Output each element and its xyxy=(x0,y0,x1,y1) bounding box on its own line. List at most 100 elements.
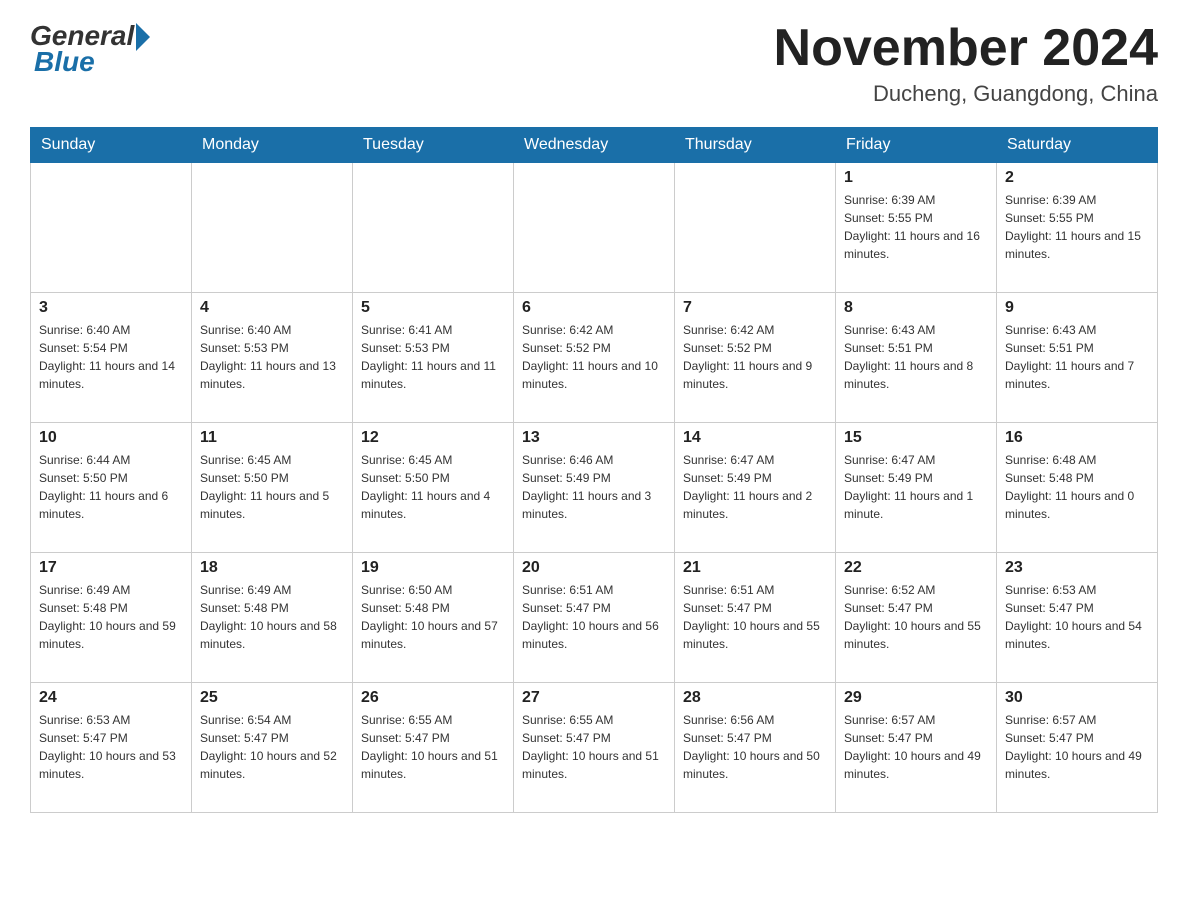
calendar-header-saturday: Saturday xyxy=(997,128,1158,163)
calendar-cell: 3Sunrise: 6:40 AM Sunset: 5:54 PM Daylig… xyxy=(31,293,192,423)
calendar-cell: 20 Sunrise: 6:51 AM Sunset: 5:47 PM Dayli… xyxy=(514,553,675,683)
day-info: Sunrise: 6:47 AM Sunset: 5:49 PM Dayligh… xyxy=(683,451,827,523)
day-number: 21 xyxy=(683,559,827,577)
day-info: Sunrise: 6:45 AM Sunset: 5:50 PM Dayligh… xyxy=(361,451,505,523)
calendar-cell: 9Sunrise: 6:43 AM Sunset: 5:51 PM Daylig… xyxy=(997,293,1158,423)
calendar-cell: 23 Sunrise: 6:53 AM Sunset: 5:47 PM Dayli… xyxy=(997,553,1158,683)
calendar-cell xyxy=(675,163,836,293)
calendar-cell xyxy=(353,163,514,293)
day-number: 1 xyxy=(844,169,988,187)
day-info: Sunrise: 6:42 AM Sunset: 5:52 PM Dayligh… xyxy=(522,321,666,393)
title-area: November 2024 Ducheng, Guangdong, China xyxy=(774,20,1158,107)
calendar-cell: 19Sunrise: 6:50 AM Sunset: 5:48 PM Dayli… xyxy=(353,553,514,683)
calendar-cell: 22 Sunrise: 6:52 AM Sunset: 5:47 PM Dayli… xyxy=(836,553,997,683)
day-info: Sunrise: 6:44 AM Sunset: 5:50 PM Dayligh… xyxy=(39,451,183,523)
day-number: 11 xyxy=(200,429,344,447)
day-info: Sunrise: 6:55 AM Sunset: 5:47 PM Dayligh… xyxy=(361,711,505,783)
day-info: Sunrise: 6:56 AM Sunset: 5:47 PM Dayligh… xyxy=(683,711,827,783)
calendar-cell: 7 Sunrise: 6:42 AM Sunset: 5:52 PM Daylig… xyxy=(675,293,836,423)
calendar-cell: 12 Sunrise: 6:45 AM Sunset: 5:50 PM Dayli… xyxy=(353,423,514,553)
calendar-cell xyxy=(192,163,353,293)
week-row-1: 3Sunrise: 6:40 AM Sunset: 5:54 PM Daylig… xyxy=(31,293,1158,423)
calendar-cell: 21 Sunrise: 6:51 AM Sunset: 5:47 PM Dayli… xyxy=(675,553,836,683)
calendar-cell: 28 Sunrise: 6:56 AM Sunset: 5:47 PM Dayli… xyxy=(675,683,836,813)
day-number: 3 xyxy=(39,299,183,317)
day-info: Sunrise: 6:49 AM Sunset: 5:48 PM Dayligh… xyxy=(200,581,344,653)
day-number: 23 xyxy=(1005,559,1149,577)
calendar-table: SundayMondayTuesdayWednesdayThursdayFrid… xyxy=(30,127,1158,813)
calendar-cell xyxy=(514,163,675,293)
day-info: Sunrise: 6:43 AM Sunset: 5:51 PM Dayligh… xyxy=(844,321,988,393)
week-row-3: 17 Sunrise: 6:49 AM Sunset: 5:48 PM Dayli… xyxy=(31,553,1158,683)
calendar-header-sunday: Sunday xyxy=(31,128,192,163)
calendar-cell: 4 Sunrise: 6:40 AM Sunset: 5:53 PM Daylig… xyxy=(192,293,353,423)
week-row-2: 10 Sunrise: 6:44 AM Sunset: 5:50 PM Dayli… xyxy=(31,423,1158,553)
logo-arrow-icon xyxy=(136,23,150,51)
calendar-header-monday: Monday xyxy=(192,128,353,163)
day-number: 9 xyxy=(1005,299,1149,317)
day-number: 7 xyxy=(683,299,827,317)
day-info: Sunrise: 6:48 AM Sunset: 5:48 PM Dayligh… xyxy=(1005,451,1149,523)
day-number: 26 xyxy=(361,689,505,707)
day-number: 8 xyxy=(844,299,988,317)
calendar-header-tuesday: Tuesday xyxy=(353,128,514,163)
calendar-cell: 18 Sunrise: 6:49 AM Sunset: 5:48 PM Dayli… xyxy=(192,553,353,683)
day-info: Sunrise: 6:42 AM Sunset: 5:52 PM Dayligh… xyxy=(683,321,827,393)
day-number: 12 xyxy=(361,429,505,447)
day-number: 2 xyxy=(1005,169,1149,187)
day-info: Sunrise: 6:51 AM Sunset: 5:47 PM Dayligh… xyxy=(522,581,666,653)
day-number: 4 xyxy=(200,299,344,317)
day-number: 13 xyxy=(522,429,666,447)
calendar-cell: 5Sunrise: 6:41 AM Sunset: 5:53 PM Daylig… xyxy=(353,293,514,423)
logo-blue-text: Blue xyxy=(34,46,95,78)
calendar-cell: 26 Sunrise: 6:55 AM Sunset: 5:47 PM Dayli… xyxy=(353,683,514,813)
week-row-4: 24 Sunrise: 6:53 AM Sunset: 5:47 PM Dayli… xyxy=(31,683,1158,813)
day-info: Sunrise: 6:55 AM Sunset: 5:47 PM Dayligh… xyxy=(522,711,666,783)
day-number: 16 xyxy=(1005,429,1149,447)
calendar-cell xyxy=(31,163,192,293)
page-header: General Blue November 2024 Ducheng, Guan… xyxy=(30,20,1158,107)
day-number: 28 xyxy=(683,689,827,707)
day-info: Sunrise: 6:52 AM Sunset: 5:47 PM Dayligh… xyxy=(844,581,988,653)
calendar-cell: 2 Sunrise: 6:39 AM Sunset: 5:55 PM Daylig… xyxy=(997,163,1158,293)
day-info: Sunrise: 6:57 AM Sunset: 5:47 PM Dayligh… xyxy=(1005,711,1149,783)
day-info: Sunrise: 6:53 AM Sunset: 5:47 PM Dayligh… xyxy=(1005,581,1149,653)
day-info: Sunrise: 6:46 AM Sunset: 5:49 PM Dayligh… xyxy=(522,451,666,523)
day-number: 14 xyxy=(683,429,827,447)
calendar-cell: 25 Sunrise: 6:54 AM Sunset: 5:47 PM Dayli… xyxy=(192,683,353,813)
calendar-cell: 15 Sunrise: 6:47 AM Sunset: 5:49 PM Dayli… xyxy=(836,423,997,553)
day-number: 30 xyxy=(1005,689,1149,707)
day-info: Sunrise: 6:53 AM Sunset: 5:47 PM Dayligh… xyxy=(39,711,183,783)
day-info: Sunrise: 6:45 AM Sunset: 5:50 PM Dayligh… xyxy=(200,451,344,523)
calendar-cell: 24 Sunrise: 6:53 AM Sunset: 5:47 PM Dayli… xyxy=(31,683,192,813)
day-number: 18 xyxy=(200,559,344,577)
month-title: November 2024 xyxy=(774,20,1158,77)
day-info: Sunrise: 6:51 AM Sunset: 5:47 PM Dayligh… xyxy=(683,581,827,653)
day-number: 22 xyxy=(844,559,988,577)
calendar-header-thursday: Thursday xyxy=(675,128,836,163)
day-info: Sunrise: 6:54 AM Sunset: 5:47 PM Dayligh… xyxy=(200,711,344,783)
day-number: 24 xyxy=(39,689,183,707)
day-info: Sunrise: 6:39 AM Sunset: 5:55 PM Dayligh… xyxy=(844,191,988,263)
day-info: Sunrise: 6:47 AM Sunset: 5:49 PM Dayligh… xyxy=(844,451,988,523)
calendar-cell: 8 Sunrise: 6:43 AM Sunset: 5:51 PM Daylig… xyxy=(836,293,997,423)
day-info: Sunrise: 6:50 AM Sunset: 5:48 PM Dayligh… xyxy=(361,581,505,653)
week-row-0: 1 Sunrise: 6:39 AM Sunset: 5:55 PM Daylig… xyxy=(31,163,1158,293)
day-info: Sunrise: 6:39 AM Sunset: 5:55 PM Dayligh… xyxy=(1005,191,1149,263)
day-info: Sunrise: 6:57 AM Sunset: 5:47 PM Dayligh… xyxy=(844,711,988,783)
calendar-cell: 10 Sunrise: 6:44 AM Sunset: 5:50 PM Dayli… xyxy=(31,423,192,553)
day-number: 10 xyxy=(39,429,183,447)
calendar-header-friday: Friday xyxy=(836,128,997,163)
day-number: 20 xyxy=(522,559,666,577)
day-number: 17 xyxy=(39,559,183,577)
day-number: 5 xyxy=(361,299,505,317)
day-number: 25 xyxy=(200,689,344,707)
day-info: Sunrise: 6:49 AM Sunset: 5:48 PM Dayligh… xyxy=(39,581,183,653)
calendar-cell: 29 Sunrise: 6:57 AM Sunset: 5:47 PM Dayli… xyxy=(836,683,997,813)
day-number: 15 xyxy=(844,429,988,447)
day-number: 29 xyxy=(844,689,988,707)
day-number: 6 xyxy=(522,299,666,317)
calendar-cell: 1 Sunrise: 6:39 AM Sunset: 5:55 PM Daylig… xyxy=(836,163,997,293)
calendar-cell: 11 Sunrise: 6:45 AM Sunset: 5:50 PM Dayli… xyxy=(192,423,353,553)
day-info: Sunrise: 6:40 AM Sunset: 5:53 PM Dayligh… xyxy=(200,321,344,393)
